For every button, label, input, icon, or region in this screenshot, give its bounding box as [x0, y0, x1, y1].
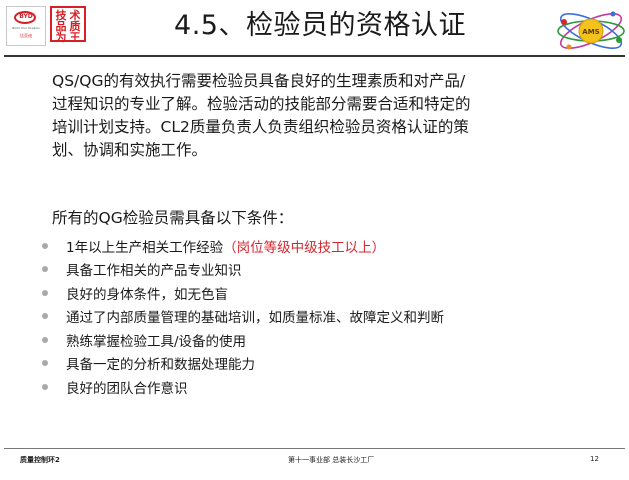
requirements-list: 1年以上生产相关工作经验 （岗位等级中级技工以上） 具备工作相关的产品专业知识 …	[42, 234, 602, 399]
bullet-icon	[42, 336, 48, 343]
byd-logo: BYD Build Your Dreams 比亚迪	[6, 6, 46, 46]
list-item: 良好的团队合作意识	[42, 375, 602, 399]
slide-title: 4.5、检验员的资格认证	[174, 10, 466, 41]
requirement-text: 良好的团队合作意识	[66, 380, 188, 397]
list-item: 通过了内部质量管理的基础培训，如质量标准、故障定义和判断	[42, 305, 602, 329]
intro-paragraph: QS/QG的有效执行需要检验员具备良好的生理素质和对产品/ 过程知识的专业了解。…	[52, 72, 471, 159]
page-number: 12	[590, 455, 599, 463]
bullet-icon	[42, 242, 48, 249]
requirement-text: 通过了内部质量管理的基础培训，如质量标准、故障定义和判断	[66, 310, 444, 327]
bullet-icon	[42, 360, 48, 367]
requirement-text: 具备一定的分析和数据处理能力	[66, 357, 255, 374]
requirement-text: 熟练掌握检验工具/设备的使用	[66, 333, 247, 350]
requirements-heading: 所有的QG检验员需具备以下条件：	[52, 209, 294, 227]
seal-char: 为	[55, 31, 67, 44]
requirement-text: 良好的身体条件，如无色盲	[66, 286, 228, 303]
list-item: 1年以上生产相关工作经验 （岗位等级中级技工以上）	[42, 234, 602, 258]
seal-char: 王	[69, 31, 81, 44]
footer-divider	[4, 448, 625, 449]
requirement-text: 1年以上生产相关工作经验	[66, 239, 224, 256]
bullet-icon	[42, 383, 48, 390]
ams-atom-logo: AMS	[557, 11, 625, 50]
footer-department: 第十一事业部 总装长沙工厂	[288, 456, 375, 464]
bullet-icon	[42, 313, 48, 320]
byd-logo-tagline: Build Your Dreams	[12, 26, 40, 30]
bullet-icon	[42, 289, 48, 296]
list-item: 良好的身体条件，如无色盲	[42, 281, 602, 305]
byd-logo-text: BYD	[19, 13, 33, 20]
requirement-note: （岗位等级中级技工以上）	[223, 239, 386, 256]
header-divider	[4, 55, 625, 57]
bullet-icon	[42, 266, 48, 273]
list-item: 具备一定的分析和数据处理能力	[42, 352, 602, 376]
byd-logo-tagline-cn: 比亚迪	[20, 33, 32, 38]
quality-seal: 技 术 品 质 为 王	[50, 6, 86, 44]
requirement-text: 具备工作相关的产品专业知识	[66, 263, 242, 280]
footer-section-label: 质量控制环2	[20, 456, 60, 464]
list-item: 熟练掌握检验工具/设备的使用	[42, 328, 602, 352]
list-item: 具备工作相关的产品专业知识	[42, 258, 602, 282]
ams-logo-text: AMS	[582, 28, 599, 36]
